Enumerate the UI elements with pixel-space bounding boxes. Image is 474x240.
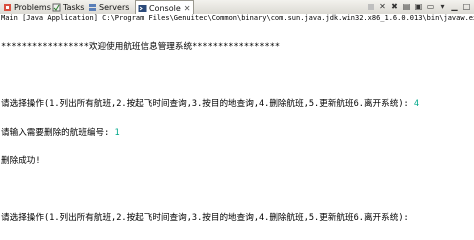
tab-label: Console — [149, 3, 181, 13]
tab-tasks[interactable]: Tasks — [50, 1, 87, 13]
servers-icon — [88, 3, 97, 12]
tab-label: Problems — [14, 2, 51, 12]
console-line: *****************欢迎使用航班信息管理系统***********… — [1, 42, 281, 52]
console-user-input: 4 — [413, 99, 420, 109]
display-console-icon[interactable]: ▭ — [425, 1, 436, 12]
console-line: 删除成功! — [1, 156, 41, 166]
remove-launch-icon[interactable]: ✕ — [377, 1, 388, 12]
console-prompt: 请选择操作(1.列出所有航班,2.按起飞时间查询,3.按目的地查询,4.删除航班… — [1, 99, 414, 109]
tab-servers[interactable]: Servers — [86, 1, 132, 13]
minimize-icon[interactable]: ▁ — [449, 1, 460, 12]
console-user-input: 1 — [114, 127, 120, 138]
console-prompt: 请输入需要删除的航班编号: — [1, 127, 115, 138]
console-line: 请选择操作(1.列出所有航班,2.按起飞时间查询,3.按目的地查询,4.删除航班… — [1, 213, 414, 223]
pin-icon[interactable]: ▣ — [413, 1, 424, 12]
console-icon — [138, 4, 147, 13]
view-tab-bar: Problems Tasks Servers Console ✕ ✕ ✖ ▤ ▣… — [0, 0, 474, 15]
terminate-icon[interactable] — [365, 1, 376, 12]
console-line: 请选择操作(1.列出所有航班,2.按起飞时间查询,3.按目的地查询,4.删除航班… — [0, 99, 474, 110]
tab-problems[interactable]: Problems — [1, 1, 54, 13]
tab-console[interactable]: Console ✕ — [135, 0, 195, 15]
scroll-lock-icon[interactable]: ▤ — [401, 1, 412, 12]
console-line: 请输入需要删除的航班编号: 1 — [0, 127, 474, 139]
tab-label: Servers — [99, 2, 130, 12]
launch-path-label: Main [Java Application] C:\Program Files… — [0, 14, 474, 23]
close-icon[interactable]: ✕ — [184, 4, 191, 13]
console-toolbar: ✕ ✖ ▤ ▣ ▭ ▾ ▁ □ — [365, 1, 472, 13]
console-output[interactable]: *****************欢迎使用航班信息管理系统***********… — [0, 24, 474, 240]
open-console-icon[interactable]: ▾ — [437, 1, 448, 12]
tasks-icon — [52, 3, 61, 12]
remove-all-icon[interactable]: ✖ — [389, 1, 400, 12]
tab-label: Tasks — [63, 2, 85, 12]
maximize-icon[interactable]: □ — [461, 1, 472, 12]
problems-icon — [3, 3, 12, 12]
